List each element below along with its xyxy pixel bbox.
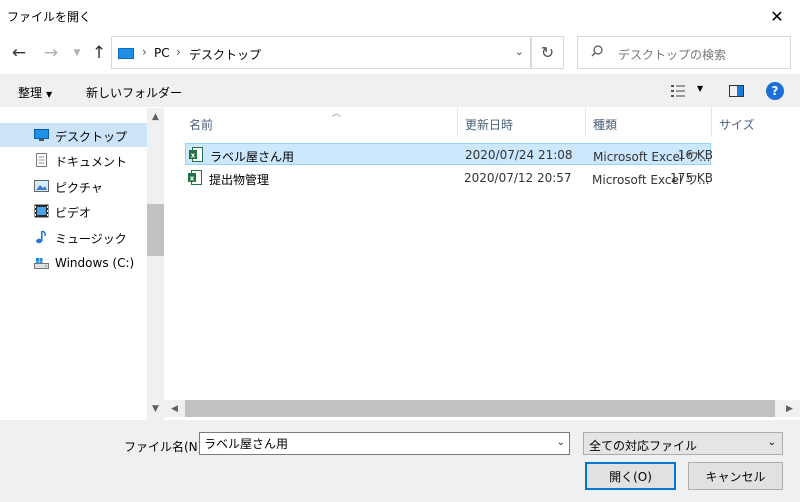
column-header-date[interactable]: 更新日時 bbox=[458, 108, 585, 136]
column-type-label: 種類 bbox=[593, 118, 618, 132]
breadcrumb-pc[interactable]: PC bbox=[154, 46, 170, 60]
sort-ascending-icon: ︿ bbox=[332, 109, 342, 119]
file-size: 16 KB bbox=[677, 148, 713, 162]
file-size: 175 KB bbox=[670, 171, 713, 185]
search-placeholder: デスクトップの検索 bbox=[618, 48, 727, 62]
forward-arrow-icon: → bbox=[43, 43, 59, 63]
scroll-right-icon[interactable]: ▶ bbox=[781, 400, 798, 417]
nav-item-videos[interactable]: ビデオ bbox=[0, 199, 147, 223]
breadcrumb-desktop[interactable]: デスクトップ bbox=[189, 46, 261, 63]
file-list: 名前 ︿ 更新日時 種類 サイズ x ラベル屋さん用 2020/07/24 21… bbox=[164, 108, 800, 420]
desktop-icon bbox=[34, 129, 49, 141]
file-name: ラベル屋さん用 bbox=[210, 150, 295, 164]
chevron-right-icon: › bbox=[176, 45, 181, 59]
filetype-value: 全ての対応ファイル bbox=[589, 439, 698, 453]
pictures-icon bbox=[34, 180, 49, 192]
search-box[interactable]: デスクトップの検索 bbox=[577, 36, 791, 69]
column-header-size[interactable]: サイズ bbox=[712, 108, 782, 136]
filetype-select[interactable]: 全ての対応ファイル ⌄ bbox=[583, 432, 783, 455]
chevron-down-icon: ⌄ bbox=[767, 437, 776, 448]
organize-label: 整理 bbox=[18, 86, 43, 100]
scroll-down-icon[interactable]: ▼ bbox=[147, 400, 164, 417]
nav-scroll-thumb[interactable] bbox=[147, 204, 164, 256]
excel-file-icon: x bbox=[189, 147, 203, 162]
cancel-button[interactable]: キャンセル bbox=[688, 462, 783, 490]
videos-icon bbox=[34, 204, 49, 218]
title-bar: ファイルを開く ✕ bbox=[0, 0, 800, 32]
documents-icon bbox=[36, 153, 47, 167]
file-row[interactable]: x ラベル屋さん用 2020/07/24 21:08 Microsoft Exc… bbox=[185, 143, 713, 165]
nav-label: ドキュメント bbox=[55, 155, 128, 169]
preview-pane-icon[interactable] bbox=[729, 85, 744, 97]
back-button[interactable]: ← bbox=[8, 41, 30, 65]
help-icon[interactable]: ? bbox=[766, 82, 784, 100]
chevron-down-icon[interactable]: ⌄ bbox=[557, 437, 565, 448]
file-row[interactable]: x 提出物管理 2020/07/12 20:57 Microsoft Excel… bbox=[185, 167, 713, 189]
file-date: 2020/07/24 21:08 bbox=[465, 148, 573, 162]
file-date: 2020/07/12 20:57 bbox=[464, 171, 572, 185]
view-options-icon[interactable] bbox=[671, 85, 685, 97]
chevron-down-icon: ▼ bbox=[73, 48, 81, 58]
nav-label: ピクチャ bbox=[55, 181, 103, 195]
address-dropdown-icon[interactable]: ⌄ bbox=[515, 45, 524, 58]
view-options-dropdown-icon[interactable]: ▼ bbox=[697, 84, 703, 93]
refresh-button[interactable]: ↻ bbox=[531, 36, 564, 69]
nav-label: デスクトップ bbox=[55, 130, 128, 144]
scroll-up-icon[interactable]: ▲ bbox=[147, 108, 164, 125]
filename-label: ファイル名(N): bbox=[124, 440, 207, 454]
nav-label: ミュージック bbox=[55, 232, 127, 246]
nav-item-pictures[interactable]: ピクチャ bbox=[0, 174, 147, 198]
horizontal-scroll-thumb[interactable] bbox=[185, 400, 775, 417]
horizontal-scrollbar[interactable]: ◀ ▶ bbox=[164, 400, 800, 417]
open-file-dialog: ファイルを開く ✕ ← → ▼ ↑ › PC › デスクトップ ⌄ ↻ デスクト… bbox=[0, 0, 800, 502]
organize-button[interactable]: 整理 ▼ bbox=[18, 84, 52, 101]
column-date-label: 更新日時 bbox=[465, 118, 514, 132]
forward-button[interactable]: → bbox=[40, 41, 62, 65]
open-button[interactable]: 開く(O) bbox=[585, 462, 676, 490]
nav-scrollbar[interactable]: ▲ ▼ bbox=[147, 108, 164, 420]
navigation-pane: デスクトップ ドキュメント ピクチャ ビデオ ミュージック Windows (C… bbox=[0, 108, 164, 420]
column-name-label: 名前 bbox=[189, 118, 214, 132]
chevron-right-icon: › bbox=[142, 45, 147, 59]
filename-input[interactable] bbox=[204, 436, 544, 450]
dialog-title: ファイルを開く bbox=[7, 10, 92, 24]
file-name: 提出物管理 bbox=[209, 173, 270, 187]
music-icon bbox=[36, 230, 46, 244]
command-bar: 整理 ▼ 新しいフォルダー ▼ ? bbox=[0, 74, 800, 107]
column-header-type[interactable]: 種類 bbox=[586, 108, 711, 136]
dialog-footer: ファイル名(N): ⌄ 全ての対応ファイル ⌄ 開く(O) キャンセル bbox=[0, 420, 800, 502]
close-button[interactable]: ✕ bbox=[754, 0, 800, 32]
address-bar[interactable]: › PC › デスクトップ ⌄ bbox=[111, 36, 531, 69]
up-button[interactable]: ↑ bbox=[88, 41, 110, 65]
new-folder-button[interactable]: 新しいフォルダー bbox=[86, 84, 182, 101]
nav-item-desktop[interactable]: デスクトップ bbox=[0, 123, 147, 147]
svg-text:x: x bbox=[191, 152, 196, 160]
back-arrow-icon: ← bbox=[11, 43, 27, 63]
nav-label: Windows (C:) bbox=[55, 256, 135, 270]
excel-file-icon: x bbox=[188, 170, 202, 185]
address-row: ← → ▼ ↑ › PC › デスクトップ ⌄ ↻ デスクトップの検索 bbox=[0, 36, 800, 70]
close-icon: ✕ bbox=[770, 6, 784, 26]
scroll-left-icon[interactable]: ◀ bbox=[166, 400, 183, 417]
column-header-name[interactable]: 名前 ︿ bbox=[182, 108, 457, 136]
filename-combobox[interactable]: ⌄ bbox=[199, 432, 570, 455]
nav-item-windows-drive[interactable]: Windows (C:) bbox=[0, 251, 147, 275]
caret-down-icon: ▼ bbox=[46, 90, 53, 99]
drive-icon bbox=[34, 258, 49, 269]
nav-item-documents[interactable]: ドキュメント bbox=[0, 148, 147, 172]
recent-locations-button[interactable]: ▼ bbox=[66, 41, 88, 65]
svg-text:x: x bbox=[190, 175, 195, 183]
up-arrow-icon: ↑ bbox=[91, 43, 107, 63]
refresh-icon: ↻ bbox=[540, 43, 555, 62]
pc-icon bbox=[118, 48, 134, 59]
nav-item-music[interactable]: ミュージック bbox=[0, 225, 147, 249]
nav-label: ビデオ bbox=[55, 206, 92, 220]
column-size-label: サイズ bbox=[719, 118, 755, 132]
search-icon bbox=[591, 45, 603, 57]
